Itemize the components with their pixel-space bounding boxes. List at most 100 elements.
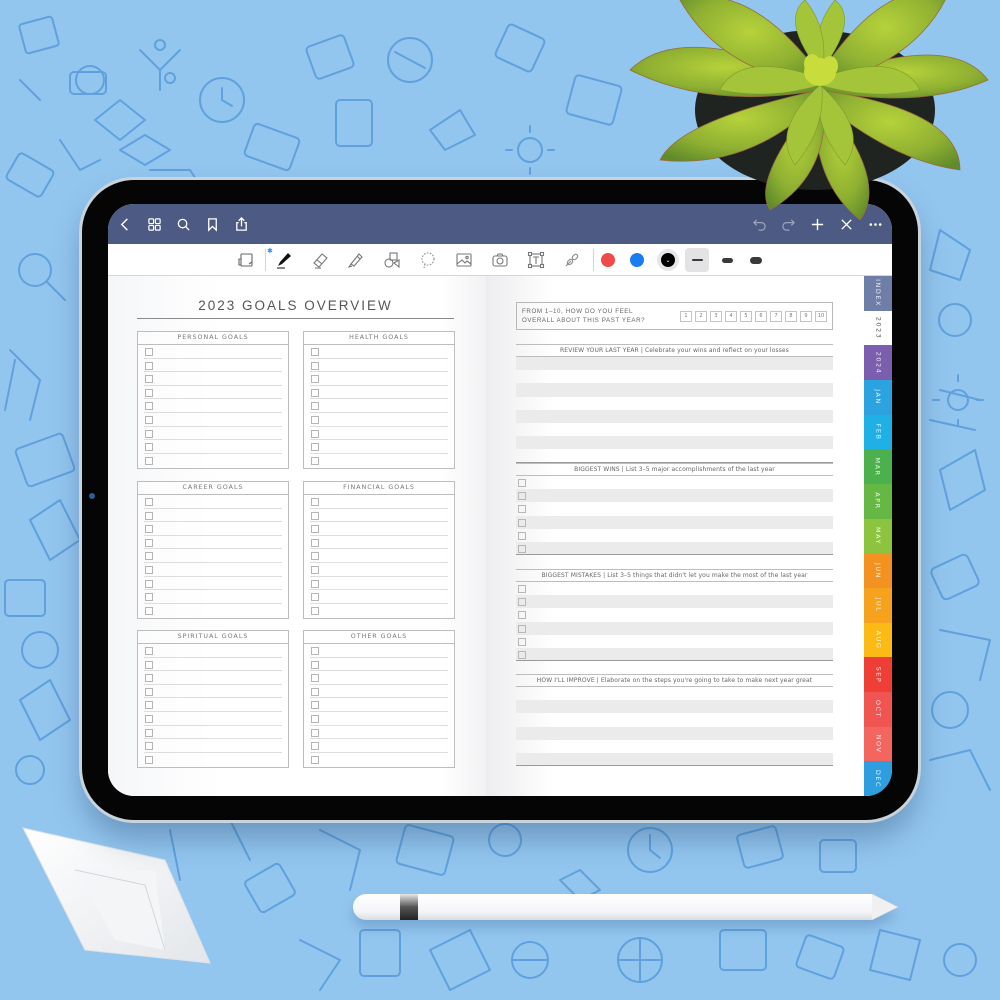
goal-line[interactable] [310, 739, 448, 753]
back-button[interactable] [111, 204, 140, 244]
goal-checkbox[interactable] [145, 687, 153, 696]
goal-line[interactable] [144, 726, 282, 740]
thumbnails-button[interactable] [140, 204, 169, 244]
bookmark-button[interactable] [198, 204, 227, 244]
writing-line[interactable] [516, 423, 833, 436]
goal-checkbox[interactable] [145, 538, 153, 547]
goal-checkbox[interactable] [311, 348, 319, 356]
goal-line[interactable] [144, 454, 282, 468]
goal-line[interactable] [310, 509, 448, 523]
goal-checkbox[interactable] [145, 498, 153, 506]
goal-checkbox[interactable] [311, 687, 319, 696]
goal-line[interactable] [310, 726, 448, 740]
goal-line[interactable] [144, 399, 282, 413]
goal-line[interactable] [144, 590, 282, 604]
goal-checkbox[interactable] [311, 606, 319, 615]
goal-checkbox[interactable] [145, 674, 153, 683]
goal-line[interactable] [310, 413, 448, 427]
goal-line[interactable] [144, 495, 282, 509]
goal-line[interactable] [310, 753, 448, 767]
writing-line[interactable] [516, 383, 833, 397]
goal-line[interactable] [144, 427, 282, 441]
writing-line[interactable] [516, 357, 833, 371]
goal-checkbox[interactable] [311, 728, 319, 737]
goal-checkbox[interactable] [145, 728, 153, 737]
line-checkbox[interactable] [518, 637, 526, 646]
goal-checkbox[interactable] [311, 565, 319, 574]
checklist-line[interactable] [516, 541, 833, 556]
goal-checkbox[interactable] [311, 498, 319, 506]
pen-tool[interactable] [272, 248, 296, 272]
goal-line[interactable] [144, 712, 282, 726]
line-checkbox[interactable] [518, 611, 526, 620]
writing-line[interactable] [516, 409, 833, 423]
page-layout-tool[interactable] [234, 248, 258, 272]
goal-line[interactable] [310, 359, 448, 373]
checklist-line[interactable] [516, 635, 833, 648]
goal-line[interactable] [144, 386, 282, 400]
shapes-tool[interactable] [380, 248, 404, 272]
goal-line[interactable] [144, 440, 282, 454]
goal-checkbox[interactable] [311, 429, 319, 438]
goal-line[interactable] [144, 685, 282, 699]
goal-checkbox[interactable] [145, 660, 153, 669]
goal-checkbox[interactable] [145, 375, 153, 384]
checklist-line[interactable] [516, 582, 833, 595]
goal-checkbox[interactable] [311, 647, 319, 655]
goal-checkbox[interactable] [145, 552, 153, 561]
rating-option[interactable]: 6 [755, 310, 767, 322]
goal-line[interactable] [310, 495, 448, 509]
goal-line[interactable] [310, 712, 448, 726]
writing-line[interactable] [516, 397, 833, 410]
goal-checkbox[interactable] [311, 660, 319, 669]
line-checkbox[interactable] [518, 650, 526, 659]
tab-may[interactable]: MAY [864, 518, 892, 554]
goal-line[interactable] [144, 372, 282, 386]
goal-checkbox[interactable] [145, 361, 153, 370]
goal-checkbox[interactable] [311, 511, 319, 520]
goal-line[interactable] [310, 671, 448, 685]
goal-checkbox[interactable] [311, 674, 319, 683]
goal-line[interactable] [144, 671, 282, 685]
writing-line[interactable] [516, 370, 833, 383]
writing-line[interactable] [516, 740, 833, 753]
goal-checkbox[interactable] [311, 443, 319, 452]
goal-checkbox[interactable] [145, 456, 153, 465]
eraser-tool[interactable] [308, 248, 332, 272]
goal-checkbox[interactable] [311, 361, 319, 370]
goal-line[interactable] [144, 359, 282, 373]
writing-line[interactable] [516, 687, 833, 700]
writing-line[interactable] [516, 700, 833, 714]
goal-line[interactable] [310, 590, 448, 604]
goal-checkbox[interactable] [145, 565, 153, 574]
goal-checkbox[interactable] [145, 606, 153, 615]
goal-checkbox[interactable] [145, 714, 153, 723]
tab-dec[interactable]: DEC [864, 761, 892, 796]
goal-line[interactable] [144, 698, 282, 712]
tab-2024[interactable]: 2024 [864, 345, 892, 381]
goal-checkbox[interactable] [145, 593, 153, 602]
goal-line[interactable] [310, 604, 448, 618]
goal-checkbox[interactable] [145, 742, 153, 751]
goal-line[interactable] [310, 440, 448, 454]
goal-line[interactable] [144, 753, 282, 767]
writing-line[interactable] [516, 726, 833, 740]
line-checkbox[interactable] [518, 624, 526, 633]
goal-line[interactable] [144, 345, 282, 359]
thickness-thick[interactable] [744, 248, 768, 272]
goal-checkbox[interactable] [145, 525, 153, 534]
goal-checkbox[interactable] [145, 429, 153, 438]
goal-checkbox[interactable] [311, 701, 319, 710]
rating-option[interactable]: 8 [785, 310, 797, 322]
checklist-line[interactable] [516, 595, 833, 609]
goal-line[interactable] [310, 549, 448, 563]
goal-checkbox[interactable] [311, 456, 319, 465]
checklist-line[interactable] [516, 515, 833, 529]
goal-checkbox[interactable] [311, 402, 319, 411]
goal-checkbox[interactable] [311, 415, 319, 424]
checklist-line[interactable] [516, 529, 833, 542]
goal-checkbox[interactable] [311, 388, 319, 397]
line-checkbox[interactable] [518, 544, 526, 553]
goal-line[interactable] [310, 644, 448, 658]
goal-checkbox[interactable] [311, 552, 319, 561]
